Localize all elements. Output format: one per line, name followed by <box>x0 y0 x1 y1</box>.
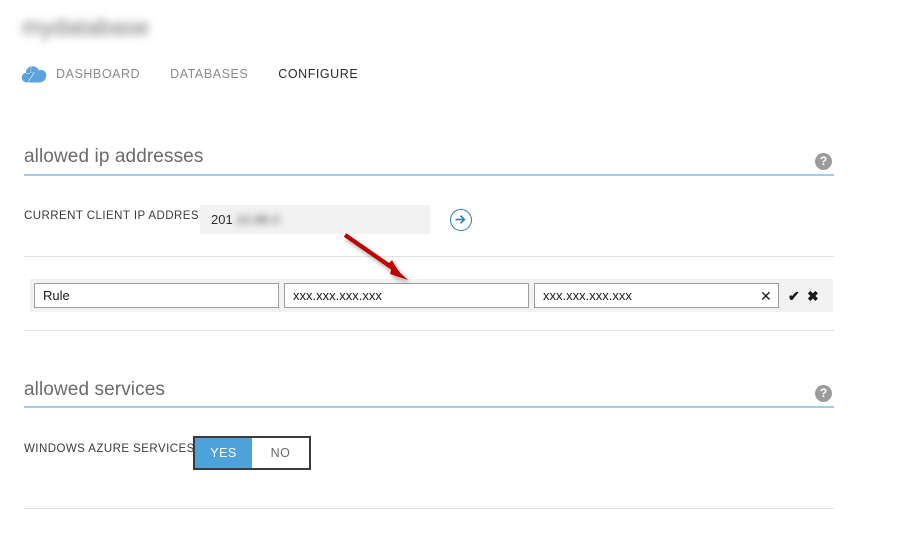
toggle-option-no[interactable]: NO <box>252 438 309 468</box>
tab-databases[interactable]: DATABASES <box>170 67 248 81</box>
add-current-ip-button[interactable] <box>450 209 472 231</box>
ip-rule-row: ✕ ✔ ✖ <box>30 279 833 312</box>
end-ip-input[interactable] <box>534 283 779 308</box>
current-client-ip-label: CURRENT CLIENT IP ADDRESS <box>24 210 208 222</box>
tab-configure[interactable]: CONFIGURE <box>278 67 358 81</box>
sql-database-cloud-icon <box>21 62 47 86</box>
help-question-icon[interactable]: ? <box>815 385 832 402</box>
divider-above-rule-row <box>24 256 834 257</box>
toggle-option-yes[interactable]: YES <box>195 438 252 468</box>
allowed-services-section-underline <box>24 406 834 408</box>
allowed-services-section-title: allowed services <box>24 379 165 400</box>
close-x-icon[interactable]: ✖ <box>807 289 819 303</box>
checkmark-icon[interactable]: ✔ <box>788 289 800 303</box>
current-client-ip-value: 201.10.88.0 <box>200 205 430 234</box>
page-header: mydatabase DASHBOARD DATABASES CONFIGURE <box>0 0 903 100</box>
windows-azure-services-toggle: YES NO <box>193 436 311 470</box>
windows-azure-services-label: WINDOWS AZURE SERVICES <box>24 443 195 455</box>
navigation-bar: DASHBOARD DATABASES CONFIGURE <box>0 60 903 90</box>
clear-x-icon[interactable]: ✕ <box>760 289 772 303</box>
rule-name-input[interactable] <box>34 283 279 308</box>
tab-dashboard[interactable]: DASHBOARD <box>56 67 140 81</box>
allowed-ip-section-underline <box>24 174 834 176</box>
help-question-icon[interactable]: ? <box>815 153 832 170</box>
current-ip-visible-part: 201 <box>211 212 233 227</box>
divider-bottom <box>24 508 834 509</box>
current-ip-masked-part: .10.88.0 <box>232 212 280 227</box>
nav-tab-list: DASHBOARD DATABASES CONFIGURE <box>56 60 388 88</box>
allowed-ip-section-title: allowed ip addresses <box>24 146 204 167</box>
divider-below-rule-row <box>24 330 834 331</box>
page-title: mydatabase <box>22 14 150 40</box>
start-ip-input[interactable] <box>284 283 529 308</box>
